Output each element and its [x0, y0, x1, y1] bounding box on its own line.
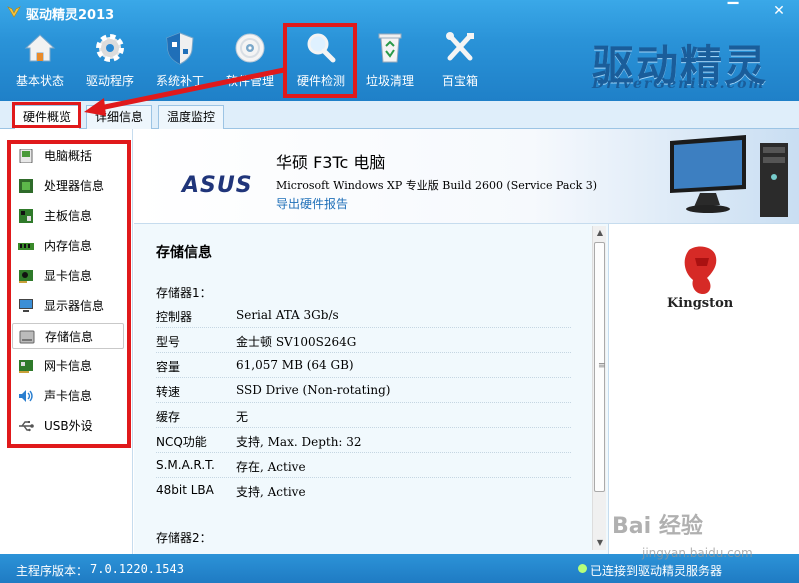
table-row: S.M.A.R.T. 存在, Active — [156, 453, 571, 478]
toolbar-cleanup-button[interactable]: 垃圾清理 — [355, 30, 425, 92]
disk-1-label: 存储器1： — [156, 286, 212, 300]
row-value: 无 — [236, 410, 249, 424]
toolbar-label: 百宝箱 — [441, 74, 478, 88]
home-icon — [24, 34, 56, 62]
row-key: 缓存 — [156, 410, 181, 424]
minimize-button[interactable]: ▔ — [722, 2, 744, 20]
row-key: 容量 — [156, 360, 181, 374]
version-value: 7.0.1220.1543 — [90, 562, 184, 576]
watermark-text: Bai 经验 — [612, 514, 703, 539]
row-value: Serial ATA 3Gb/s — [236, 308, 339, 322]
toolbar-label: 系统补丁 — [155, 74, 204, 88]
row-value: SSD Drive (Non-rotating) — [236, 383, 391, 397]
brand-name-en: DriverGenius.com — [592, 76, 766, 92]
toolbar-label: 驱动程序 — [85, 74, 134, 88]
vendor-logo: ASUS — [182, 173, 253, 198]
table-row: NCQ功能 支持, Max. Depth: 32 — [156, 428, 571, 453]
watermark-url: jingyan.baidu.com — [642, 546, 753, 560]
close-button[interactable]: ✕ — [768, 2, 790, 20]
row-value: 金士顿 SV100S264G — [236, 335, 357, 349]
row-value: 61,057 MB (64 GB) — [236, 358, 354, 372]
row-value: 存在, Active — [236, 460, 306, 474]
connection-status: 已连接到驱动精灵服务器 — [590, 564, 723, 578]
window-title: 驱动精灵2013 — [26, 8, 115, 23]
tab-details[interactable]: 详细信息 — [86, 105, 153, 129]
row-key: 48bit LBA — [156, 483, 214, 497]
recycle-bin-icon — [378, 33, 402, 63]
toolbar-basic-status-button[interactable]: 基本状态 — [5, 30, 75, 92]
scroll-up-arrow-icon[interactable]: ▲ — [593, 226, 607, 240]
table-row: 48bit LBA 支持, Active — [156, 478, 571, 503]
scroll-down-arrow-icon[interactable]: ▼ — [593, 536, 607, 550]
export-report-link[interactable]: 导出硬件报告 — [276, 195, 348, 212]
panel-title: 存储信息 — [156, 245, 212, 261]
tab-bar: 硬件概览 详细信息 温度监控 — [0, 101, 799, 130]
brand-logo: 驱动精灵 DriverGenius.com — [592, 32, 772, 94]
storage-info-panel: 存储信息 存储器1： 控制器 Serial ATA 3Gb/s 型号 金士顿 S… — [134, 224, 608, 554]
toolbar-toolbox-button[interactable]: 百宝箱 — [425, 30, 495, 92]
row-value: 支持, Max. Depth: 32 — [236, 435, 362, 449]
annotation-highlight-tab — [12, 102, 81, 128]
kingston-logo-icon — [684, 246, 717, 294]
app-logo-icon — [7, 6, 21, 18]
tools-icon — [446, 32, 474, 61]
scroll-thumb[interactable]: ≡ — [594, 242, 606, 492]
row-value: 支持, Active — [236, 485, 306, 499]
grip-icon: ≡ — [598, 361, 606, 371]
toolbar-software-button[interactable]: 软件管理 — [215, 30, 285, 92]
connection-status-icon — [578, 564, 587, 573]
kingston-logo-text: Kingston — [667, 296, 734, 311]
disk-2-label: 存储器2： — [156, 531, 212, 545]
toolbar-label: 软件管理 — [225, 74, 274, 88]
toolbar-drivers-button[interactable]: 驱动程序 — [75, 30, 145, 92]
annotation-highlight-sidebar — [7, 140, 131, 448]
title-bar: 驱动精灵2013 ▔ ✕ — [0, 0, 799, 24]
row-key: NCQ功能 — [156, 435, 207, 449]
disc-icon — [235, 33, 265, 63]
gear-icon — [96, 34, 124, 62]
device-name: 华硕 F3Tc 电脑 — [276, 153, 386, 172]
row-key: S.M.A.R.T. — [156, 458, 215, 472]
row-key: 控制器 — [156, 310, 193, 324]
table-row: 控制器 Serial ATA 3Gb/s — [156, 303, 571, 328]
device-header: ASUS 华硕 F3Tc 电脑 Microsoft Windows XP 专业版… — [134, 129, 799, 224]
vertical-scrollbar[interactable]: ▲ ≡ ▼ — [592, 226, 606, 550]
toolbar-label: 垃圾清理 — [365, 74, 414, 88]
tab-temperature[interactable]: 温度监控 — [158, 105, 225, 129]
shield-icon — [166, 32, 194, 65]
toolbar-patches-button[interactable]: 系统补丁 — [145, 30, 215, 92]
table-row: 容量 61,057 MB (64 GB) — [156, 353, 571, 378]
toolbar-label: 基本状态 — [15, 74, 64, 88]
annotation-highlight-toolbar — [283, 23, 357, 98]
table-row: 缓存 无 — [156, 403, 571, 428]
row-key: 型号 — [156, 335, 181, 349]
top-bar: 驱动精灵2013 ▔ ✕ 基本状态 驱动程序 系统补丁 软件管理 硬件检测 垃圾… — [0, 0, 799, 101]
device-os: Microsoft Windows XP 专业版 Build 2600 (Ser… — [276, 179, 598, 192]
computer-illustration-icon — [670, 135, 788, 217]
row-key: 转速 — [156, 385, 181, 399]
table-row: 转速 SSD Drive (Non-rotating) — [156, 378, 571, 403]
table-row: 型号 金士顿 SV100S264G — [156, 328, 571, 353]
version-label: 主程序版本： — [16, 564, 89, 578]
brand-image-panel: Kingston — [608, 224, 799, 554]
